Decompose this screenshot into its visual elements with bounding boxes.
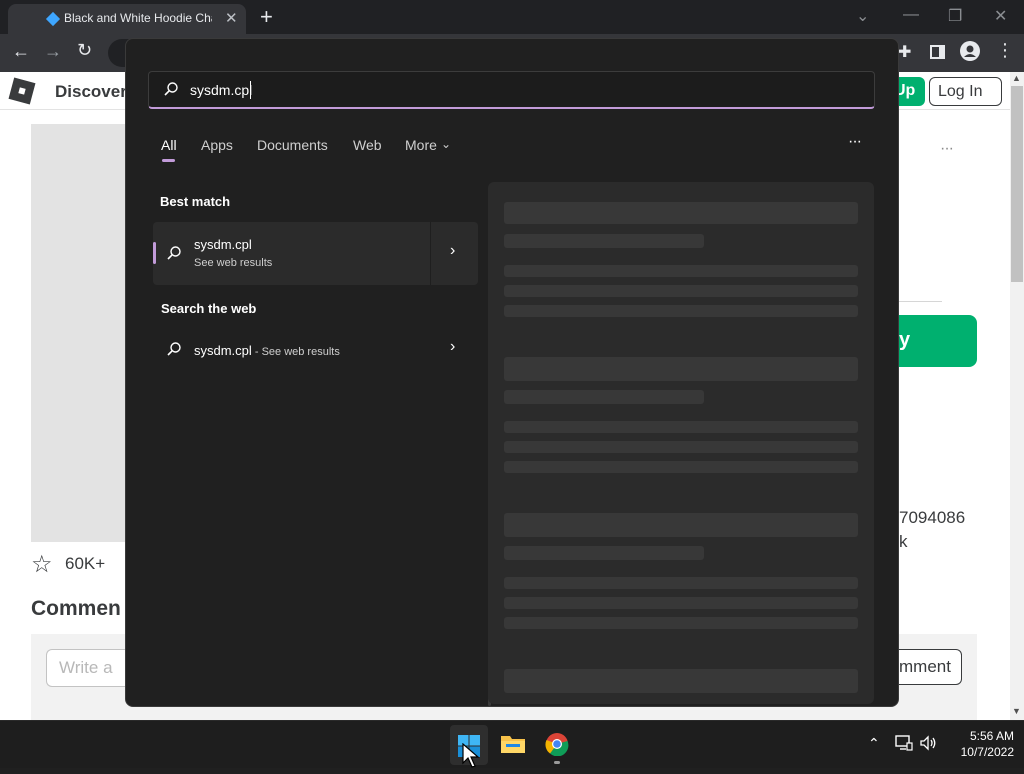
chevron-right-icon[interactable]: › <box>450 338 455 356</box>
favorite-star-icon[interactable]: ☆ <box>31 550 53 579</box>
more-options-icon[interactable]: ··· <box>848 133 862 151</box>
browser-tab[interactable]: Black and White Hoodie Cha ✕ <box>8 4 246 34</box>
active-filter-indicator <box>162 159 175 162</box>
loading-placeholder <box>504 617 858 629</box>
comment-placeholder: Write a <box>59 658 113 677</box>
running-indicator <box>554 761 560 764</box>
side-panel-icon[interactable] <box>930 45 945 59</box>
filter-apps[interactable]: Apps <box>201 137 233 153</box>
tab-favicon <box>45 11 61 27</box>
clock-date: 10/7/2022 <box>960 745 1014 759</box>
taskbar: ⌃ 5:56 AM 10/7/2022 <box>0 720 1024 768</box>
scroll-up-icon[interactable]: ▲ <box>1012 73 1021 83</box>
file-explorer-icon[interactable] <box>500 733 526 755</box>
volume-icon[interactable] <box>919 735 937 756</box>
network-icon[interactable] <box>895 735 913 756</box>
clock[interactable]: 5:56 AM 10/7/2022 <box>944 729 1014 759</box>
chrome-icon[interactable] <box>545 732 569 757</box>
search-input[interactable]: sysdm.cpl <box>148 71 875 109</box>
comment-input[interactable]: Write a <box>46 649 126 687</box>
preview-pane-loading <box>488 182 874 704</box>
loading-placeholder <box>504 461 858 473</box>
search-icon <box>166 245 182 266</box>
web-result-text: sysdm.cpl - See web results <box>194 342 340 360</box>
filter-documents[interactable]: Documents <box>257 137 328 153</box>
asset-id: 7094086 <box>899 508 966 527</box>
loading-placeholder <box>504 285 858 297</box>
loading-placeholder <box>504 305 858 317</box>
loading-placeholder <box>504 597 858 609</box>
tab-title: Black and White Hoodie Cha <box>64 11 212 25</box>
scrollbar-thumb[interactable] <box>1011 86 1023 282</box>
best-match-result[interactable]: sysdm.cpl See web results › <box>153 222 478 285</box>
login-button[interactable]: Log In <box>929 77 1002 106</box>
web-result[interactable]: sysdm.cpl - See web results › <box>153 332 478 368</box>
loading-placeholder <box>504 265 858 277</box>
filter-web[interactable]: Web <box>353 137 382 153</box>
chevron-right-icon[interactable]: › <box>450 242 455 260</box>
loading-placeholder <box>504 441 858 453</box>
reload-icon[interactable]: ↻ <box>77 40 92 61</box>
forward-icon[interactable]: → <box>44 41 62 62</box>
best-match-subtitle: See web results <box>194 257 273 269</box>
chrome-menu-icon[interactable]: ⋮ <box>996 40 1014 61</box>
roblox-logo[interactable] <box>8 77 36 105</box>
chevron-down-icon[interactable]: ⌄ <box>441 137 451 151</box>
web-result-suffix: - See web results <box>251 346 340 358</box>
buy-button[interactable]: y <box>899 315 977 367</box>
best-match-heading: Best match <box>160 194 231 209</box>
text-caret <box>250 81 251 99</box>
overflow-menu-icon[interactable]: ··· <box>940 140 954 158</box>
login-label: Log In <box>938 83 983 100</box>
loading-placeholder <box>504 202 858 224</box>
nav-discover[interactable]: Discover <box>55 82 127 102</box>
chevron-up-icon[interactable]: ⌃ <box>868 735 880 752</box>
close-window-icon[interactable]: ✕ <box>994 6 1007 26</box>
loading-placeholder <box>504 234 704 248</box>
buy-label: y <box>899 329 911 351</box>
minimize-icon[interactable]: — <box>903 6 919 24</box>
filter-all[interactable]: All <box>161 137 177 153</box>
clock-time: 5:56 AM <box>969 729 1014 743</box>
post-comment-button[interactable]: mment <box>899 649 962 685</box>
divider <box>899 301 942 302</box>
result-divider <box>430 222 431 285</box>
search-icon <box>166 341 182 362</box>
extensions-icon[interactable]: ✚ <box>898 42 911 62</box>
tab-search-dropdown-icon[interactable]: ⌄ <box>856 6 869 26</box>
search-query: sysdm.cpl <box>190 82 253 98</box>
favorites-count: 60K+ <box>65 554 106 573</box>
mouse-cursor-icon <box>462 742 480 774</box>
loading-placeholder <box>504 546 704 560</box>
best-match-title: sysdm.cpl <box>194 237 252 252</box>
loading-placeholder <box>504 669 858 693</box>
web-result-query: sysdm.cpl <box>194 343 252 358</box>
search-icon <box>163 81 179 102</box>
new-tab-button[interactable]: + <box>260 4 273 30</box>
comments-heading: Commen <box>31 597 121 620</box>
loading-placeholder <box>504 577 858 589</box>
loading-placeholder <box>504 421 858 433</box>
item-thumbnail <box>31 124 126 542</box>
post-comment-label: mment <box>899 657 951 676</box>
filter-more[interactable]: More <box>405 137 437 153</box>
restore-icon[interactable]: ❐ <box>948 6 962 26</box>
side-text: k <box>899 532 908 551</box>
profile-avatar[interactable] <box>960 41 980 61</box>
close-tab-icon[interactable]: ✕ <box>225 9 238 27</box>
browser-tab-strip: Black and White Hoodie Cha ✕ + ⌄ — ❐ ✕ <box>0 0 1024 34</box>
loading-placeholder <box>504 357 858 381</box>
loading-placeholder <box>504 390 704 404</box>
scroll-down-icon[interactable]: ▼ <box>1012 706 1021 716</box>
search-web-heading: Search the web <box>161 301 257 316</box>
selection-indicator <box>153 242 156 264</box>
loading-placeholder <box>504 513 858 537</box>
back-icon[interactable]: ← <box>12 41 30 62</box>
